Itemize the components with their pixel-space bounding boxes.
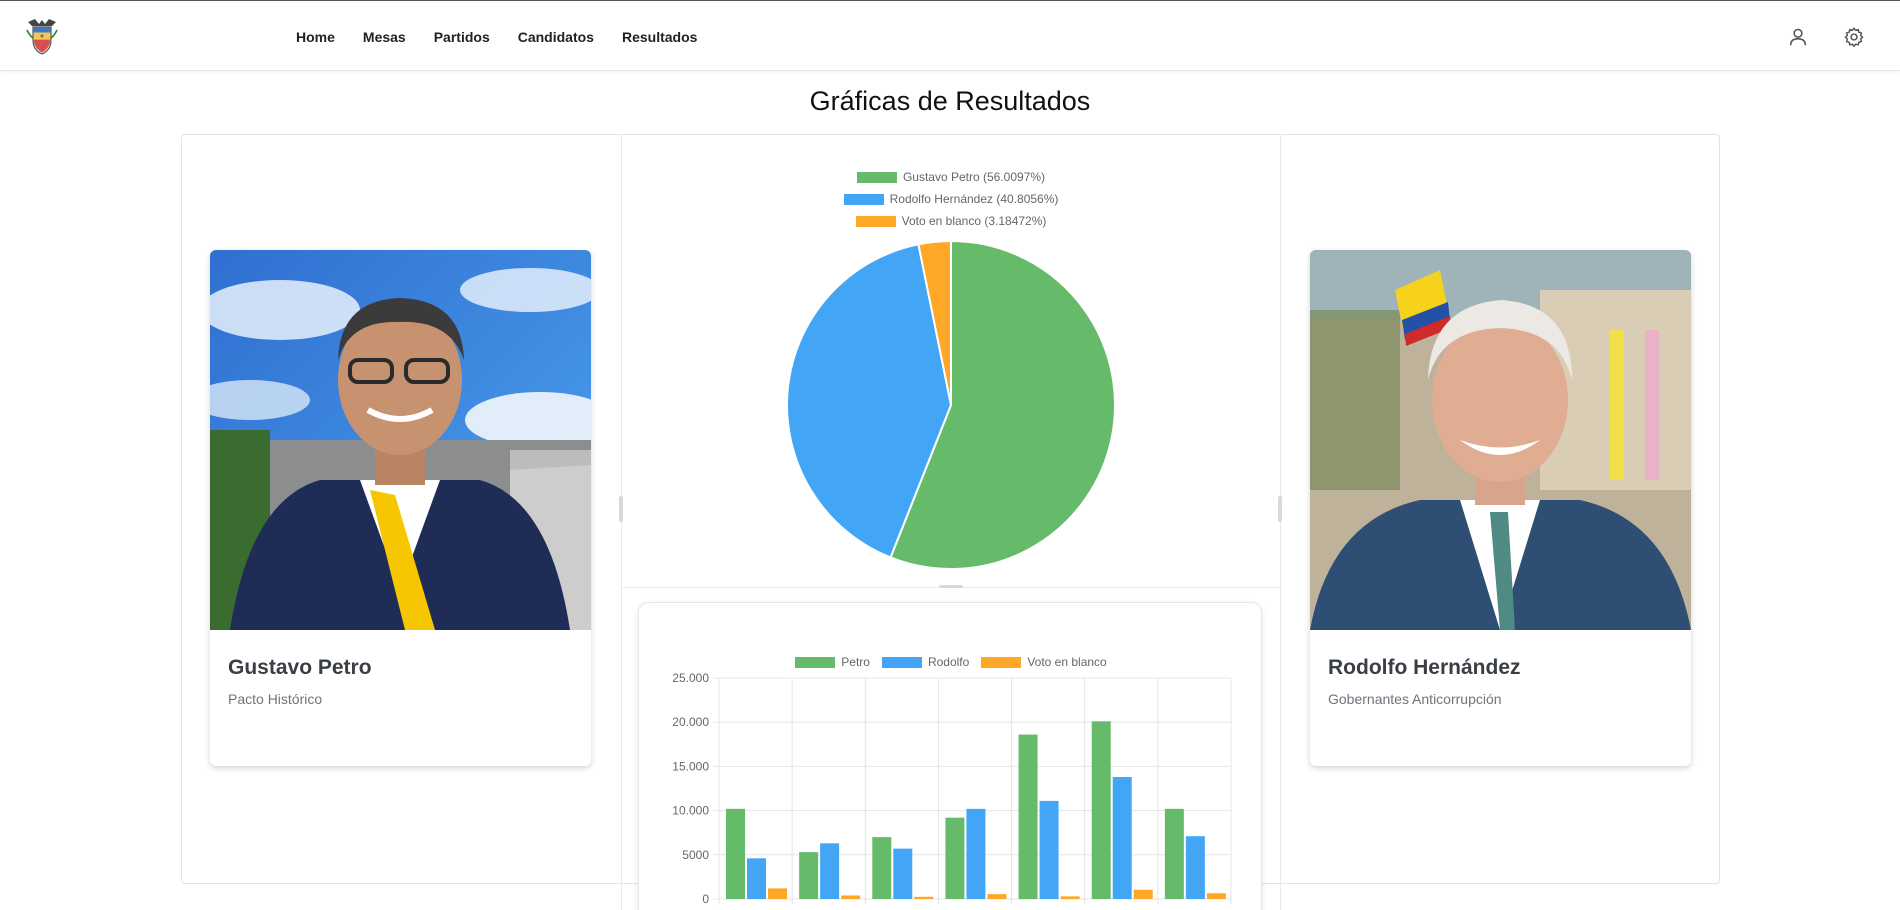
user-icon[interactable] [1784, 23, 1812, 51]
y-tick-label: 10.000 [672, 804, 709, 818]
page-title: Gráficas de Resultados [809, 86, 1091, 116]
nav-resultados[interactable]: Resultados [622, 29, 697, 45]
bar[interactable] [799, 852, 819, 899]
main-nav: Home Mesas Partidos Candidatos Resultado… [296, 1, 697, 72]
bar[interactable] [945, 817, 965, 899]
bar[interactable] [726, 808, 745, 899]
y-tick-label: 15.000 [672, 759, 709, 773]
bar[interactable] [1091, 721, 1111, 899]
bar-chart-card: Petro Rodolfo Voto en blanco 0 5000 10.000… [638, 602, 1262, 910]
bar[interactable] [1112, 777, 1132, 899]
y-tick-label: 0 [702, 892, 709, 906]
y-tick-label: 5000 [682, 848, 709, 862]
bar[interactable] [893, 848, 913, 899]
bar[interactable] [1018, 734, 1038, 899]
top-navbar: Home Mesas Partidos Candidatos Resultado… [0, 0, 1900, 71]
candidate-card-rodolfo[interactable]: Rodolfo Hernández Gobernantes Anticorrup… [1310, 250, 1691, 766]
candidate-party: Gobernantes Anticorrupción [1328, 691, 1502, 707]
candidate-photo-petro [210, 250, 591, 630]
right-splitter[interactable] [1280, 134, 1281, 910]
middle-resize-handle[interactable] [939, 585, 963, 588]
bar[interactable] [1039, 800, 1059, 899]
bar-plot: 0 5000 10.000 15.000 20.000 25.000 [672, 671, 1232, 906]
bar[interactable] [872, 837, 892, 899]
y-tick-label: 20.000 [672, 715, 709, 729]
gear-icon[interactable] [1840, 23, 1868, 51]
candidate-name: Gustavo Petro [228, 656, 372, 679]
candidate-name: Rodolfo Hernández [1328, 656, 1521, 679]
bar[interactable] [1206, 893, 1226, 899]
bar[interactable] [841, 895, 861, 899]
bar[interactable] [1185, 836, 1205, 899]
bar[interactable] [768, 888, 787, 899]
y-tick-label: 25.000 [672, 671, 709, 685]
bar[interactable] [1164, 808, 1184, 899]
nav-home[interactable]: Home [296, 29, 335, 45]
candidate-photo-rodolfo [1310, 250, 1691, 630]
nav-mesas[interactable]: Mesas [363, 29, 406, 45]
nav-partidos[interactable]: Partidos [434, 29, 490, 45]
bar[interactable] [966, 808, 986, 899]
bar[interactable] [987, 894, 1007, 899]
bar[interactable] [914, 896, 934, 899]
candidate-party: Pacto Histórico [228, 691, 323, 707]
pie-plot [786, 239, 1116, 570]
pie-chart: Gustavo Petro (56.0097%) Rodolfo Hernánd… [622, 160, 1280, 580]
colombia-coat-of-arms-icon[interactable] [24, 18, 60, 56]
bar[interactable] [1133, 889, 1153, 899]
bar[interactable] [820, 843, 840, 899]
bar[interactable] [1060, 896, 1080, 899]
bar[interactable] [747, 858, 766, 899]
nav-candidatos[interactable]: Candidatos [518, 29, 594, 45]
candidate-card-petro[interactable]: Gustavo Petro Pacto Histórico [210, 250, 591, 766]
